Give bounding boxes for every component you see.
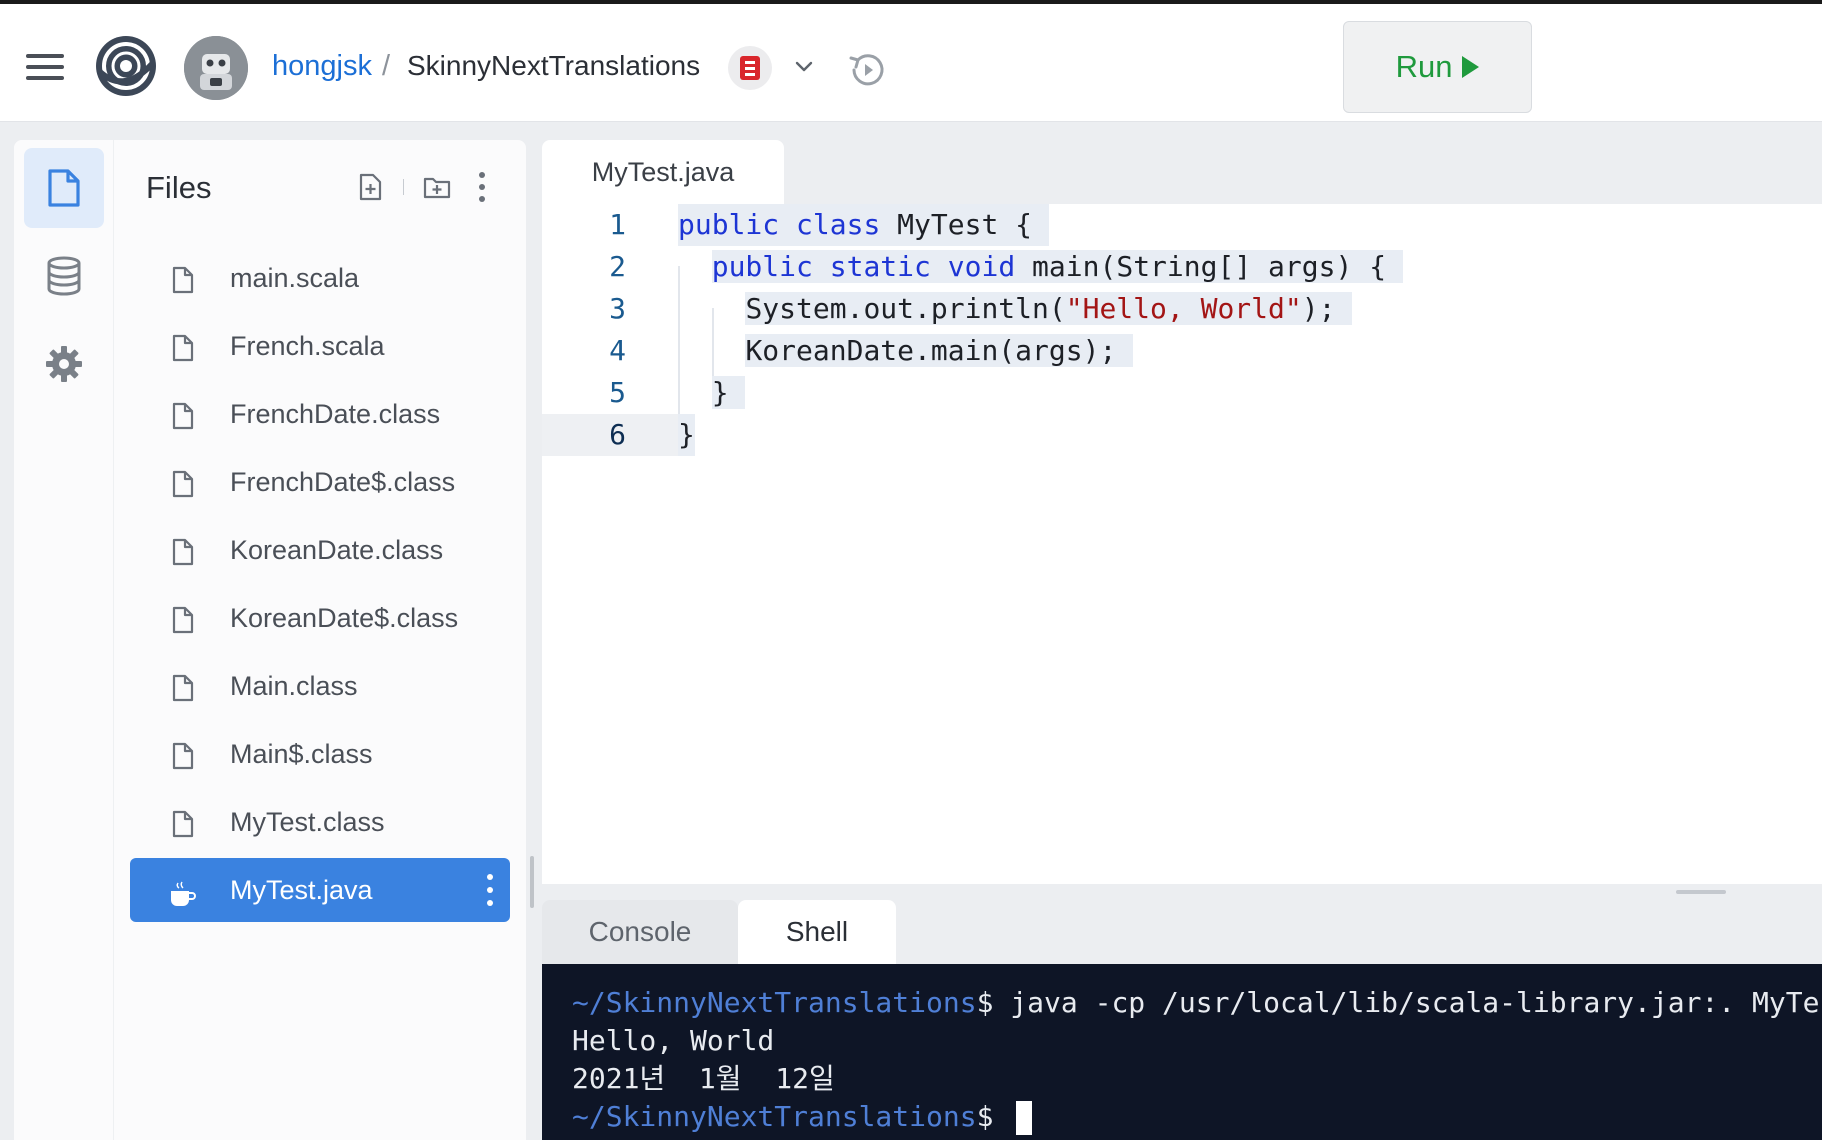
files-panel-title: Files: [146, 170, 212, 205]
line-number: 3: [609, 292, 626, 325]
more-vertical-icon[interactable]: [478, 172, 486, 202]
code-line: 3 System.out.println("Hello, World");: [542, 288, 1822, 330]
file-name: KoreanDate$.class: [230, 602, 459, 633]
code-line: 5 }: [542, 372, 1822, 414]
code-line: 1 public class MyTest {: [542, 204, 1822, 246]
terminal-prompt: ~/SkinnyNextTranslations: [572, 986, 977, 1019]
breadcrumb-separator: /: [382, 50, 391, 82]
file-icon: [172, 810, 194, 838]
rail-settings-button[interactable]: [24, 324, 104, 404]
history-icon[interactable]: [846, 48, 890, 92]
tab-shell[interactable]: Shell: [738, 900, 896, 964]
terminal-prompt: ~/SkinnyNextTranslations: [572, 1100, 977, 1133]
terminal-output: 2021년 1월 12일: [572, 1062, 835, 1095]
shell-terminal[interactable]: ~/SkinnyNextTranslations$ java -cp /usr/…: [542, 964, 1822, 1140]
file-item[interactable]: main.scala: [130, 244, 510, 312]
file-name: FrenchDate$.class: [230, 466, 456, 497]
code-editor[interactable]: 1 public class MyTest { 2 public static …: [542, 204, 1822, 884]
file-icon: [172, 402, 194, 430]
actions-divider: [403, 179, 404, 195]
tool-rail: [14, 140, 114, 1140]
bottom-tabs: Console Shell: [542, 900, 896, 964]
line-number: 5: [609, 376, 626, 409]
file-item[interactable]: KoreanDate$.class: [130, 584, 510, 652]
line-number: 4: [609, 334, 626, 367]
database-icon: [47, 256, 81, 296]
gear-icon: [46, 346, 82, 382]
tab-mytest-java[interactable]: MyTest.java: [542, 140, 784, 204]
menu-icon[interactable]: [26, 54, 64, 80]
terminal-command: $: [976, 1100, 1011, 1133]
code-line: 2 public static void main(String[] args)…: [542, 246, 1822, 288]
terminal-line: ~/SkinnyNextTranslations$ java -cp /usr/…: [572, 984, 1822, 1022]
terminal-command: $ java -cp /usr/local/lib/scala-library.…: [976, 986, 1822, 1019]
file-name: MyTest.java: [230, 874, 373, 905]
file-name: main.scala: [230, 262, 360, 293]
more-vertical-icon[interactable]: [486, 874, 494, 906]
file-name: KoreanDate.class: [230, 534, 444, 565]
file-icon: [172, 606, 194, 634]
new-folder-icon[interactable]: [422, 172, 452, 202]
file-icon: [172, 674, 194, 702]
file-icon: [172, 266, 194, 294]
java-coffee-icon: [171, 881, 196, 906]
rail-files-button[interactable]: [24, 148, 104, 228]
file-item[interactable]: MyTest.class: [130, 788, 510, 856]
line-number: 6: [609, 418, 626, 451]
new-file-icon[interactable]: [355, 172, 385, 202]
line-text: }: [678, 414, 695, 456]
chevron-down-icon[interactable]: [792, 54, 816, 78]
file-icon: [172, 742, 194, 770]
code-body: 1 public class MyTest { 2 public static …: [542, 204, 1822, 456]
terminal-line: ~/SkinnyNextTranslations$: [572, 1098, 1822, 1136]
run-button[interactable]: Run: [1343, 21, 1532, 113]
file-icon: [172, 470, 194, 498]
rail-database-button[interactable]: [24, 236, 104, 316]
code-line-current: 6 }: [542, 414, 1822, 456]
file-item[interactable]: French.scala: [130, 312, 510, 380]
line-text: }: [711, 376, 746, 409]
file-item-selected[interactable]: MyTest.java: [130, 858, 510, 922]
terminal-output: Hello, World: [572, 1024, 775, 1057]
file-name: French.scala: [230, 330, 385, 361]
line-text: KoreanDate.main(args);: [745, 334, 1134, 367]
line-number: 2: [609, 250, 626, 283]
file-name: Main$.class: [230, 738, 373, 769]
line-text: public static void main(String[] args) {: [711, 250, 1403, 283]
repl-name[interactable]: SkinnyNextTranslations: [407, 50, 700, 82]
breadcrumb-user-link[interactable]: hongjsk: [272, 50, 372, 83]
line-text: public class MyTest {: [678, 204, 1049, 246]
file-item[interactable]: Main.class: [130, 652, 510, 720]
file-name: FrenchDate.class: [230, 398, 441, 429]
tab-console[interactable]: Console: [542, 900, 738, 964]
replit-logo-icon[interactable]: [94, 34, 158, 98]
file-item[interactable]: Main$.class: [130, 720, 510, 788]
files-actions: [355, 172, 486, 202]
pane-resize-handle[interactable]: [1676, 890, 1726, 894]
file-icon: [172, 538, 194, 566]
file-tree: main.scala French.scala FrenchDate.class…: [130, 244, 510, 922]
line-text: System.out.println("Hello, World");: [745, 292, 1353, 325]
file-icon: [172, 334, 194, 362]
panel-resize-handle[interactable]: [530, 856, 534, 908]
file-name: Main.class: [230, 670, 358, 701]
run-label: Run: [1395, 49, 1453, 84]
file-item[interactable]: KoreanDate.class: [130, 516, 510, 584]
file-item[interactable]: FrenchDate.class: [130, 380, 510, 448]
play-icon: [1462, 56, 1480, 78]
top-bar: hongjsk / SkinnyNextTranslations Run: [0, 0, 1822, 122]
file-icon: [48, 169, 80, 207]
file-name: MyTest.class: [230, 806, 385, 837]
terminal-cursor: [1016, 1101, 1033, 1135]
user-avatar-icon[interactable]: [184, 36, 248, 100]
language-icon[interactable]: [728, 46, 772, 90]
line-number: 1: [609, 208, 626, 241]
file-item[interactable]: FrenchDate$.class: [130, 448, 510, 516]
code-line: 4 KoreanDate.main(args);: [542, 330, 1822, 372]
